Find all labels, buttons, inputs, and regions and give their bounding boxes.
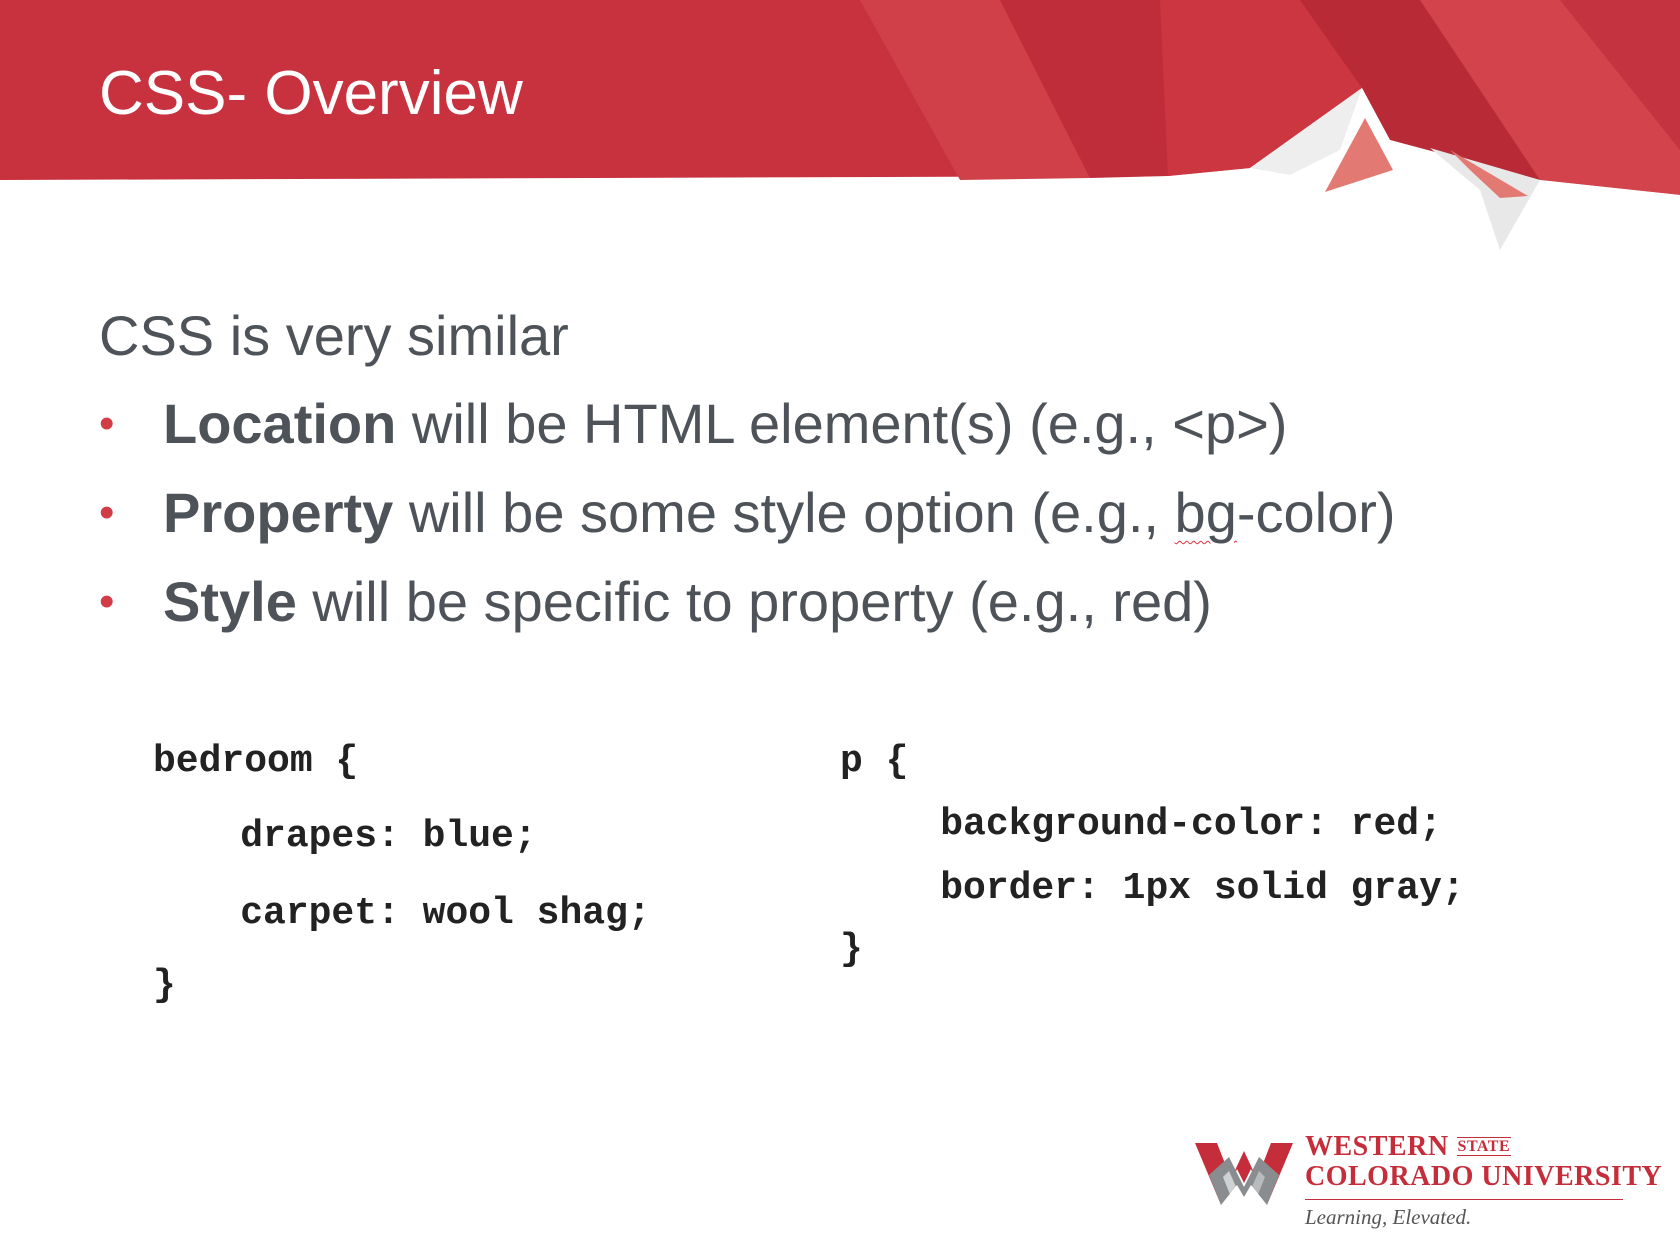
bullet-text: Location will be HTML element(s) (e.g., … [163,392,1287,456]
code-line: } [153,964,176,1007]
code-line: } [840,928,863,971]
bullet-term: Property [163,481,394,544]
logo-tagline: Learning, Elevated. [1305,1205,1472,1229]
bullet-rest: will be specific to property (e.g., red) [296,570,1212,633]
university-logo-mark-icon [1195,1143,1293,1205]
bullet-dot-icon: • [99,488,115,537]
logo-line2: COLORADO UNIVERSITY [1305,1161,1663,1192]
slide-title: CSS- Overview [99,59,523,128]
code-block-p: p { background-color: red; border: 1px s… [840,740,1600,990]
bullet-rest: will be HTML element(s) (e.g., <p>) [396,392,1288,455]
bullet-term: Location [163,392,397,455]
slide: CSS- Overview CSS is very similar • Loca… [0,0,1680,1258]
code-line: bedroom { [153,740,359,783]
code-line: p { [840,740,909,783]
code-line: border: 1px solid gray; [849,867,1465,910]
bullet-rest: will be some style option (e.g., [393,481,1175,544]
spellcheck-word: bg [1174,481,1237,544]
logo-western: WESTERN [1305,1131,1449,1162]
code-line: background-color: red; [849,803,1442,846]
logo-state: STATE [1456,1137,1512,1156]
bullet-term: Style [163,570,297,633]
code-block-bedroom: bedroom { drapes: blue; carpet: wool sha… [153,740,773,1030]
bullet-rest-end: -color) [1236,481,1396,544]
intro-text: CSS is very similar [99,304,569,367]
bullet-text: Property will be some style option (e.g.… [163,481,1396,545]
bullet-dot-icon: • [99,399,115,448]
code-line: carpet: wool shag; [149,892,651,935]
header-banner [0,0,1680,260]
logo-divider [1305,1199,1623,1200]
university-logo: WESTERN STATE COLORADO UNIVERSITY Learnin… [1195,1125,1662,1245]
logo-line1: WESTERN STATE [1305,1131,1512,1163]
bullet-dot-icon: • [99,577,115,626]
bullet-text: Style will be specific to property (e.g.… [163,570,1212,634]
code-line: drapes: blue; [149,815,537,858]
